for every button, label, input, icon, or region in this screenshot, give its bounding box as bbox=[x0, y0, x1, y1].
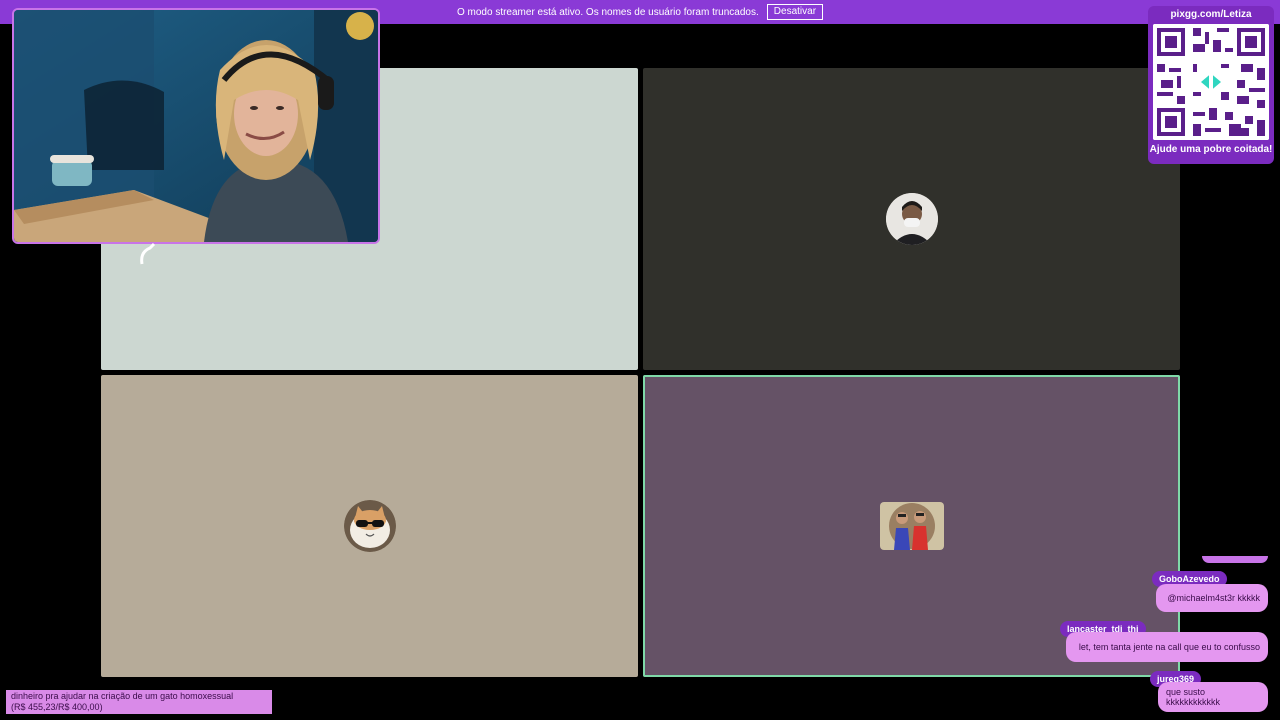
donation-goal-amount: (R$ 455,23/R$ 400,00) bbox=[11, 702, 103, 712]
two-people-avatar bbox=[879, 502, 944, 550]
donation-goal-bar: dinheiro pra ajudar na criação de um gat… bbox=[6, 690, 272, 714]
mouse-cursor-icon bbox=[140, 242, 156, 265]
webcam-feed-image bbox=[14, 10, 378, 242]
qr-code-icon bbox=[1153, 24, 1269, 140]
streamer-webcam bbox=[12, 8, 380, 244]
disable-streamer-mode-button[interactable]: Desativar bbox=[766, 4, 824, 20]
qr-donation-widget: pixgg.com/Letiza Ajude uma pobre coitada… bbox=[1148, 6, 1274, 164]
qr-caption-text: Ajude uma pobre coitada! bbox=[1149, 144, 1273, 155]
cat-sunglasses-avatar bbox=[343, 500, 396, 552]
participant-tile-2[interactable] bbox=[643, 68, 1180, 370]
streamer-mode-text: O modo streamer está ativo. Os nomes de … bbox=[456, 6, 759, 18]
participant-tile-3[interactable] bbox=[101, 375, 638, 677]
qr-url-text: pixgg.com/Letiza bbox=[1170, 9, 1252, 20]
chat-message: que susto kkkkkkkkkkkk bbox=[1158, 682, 1268, 712]
donation-goal-title: dinheiro pra ajudar na criação de um gat… bbox=[11, 691, 234, 701]
masked-person-avatar bbox=[885, 193, 938, 245]
chat-message-fragment bbox=[1202, 556, 1268, 563]
chat-message: let, tem tanta jente na call que eu to c… bbox=[1066, 632, 1268, 662]
chat-message: @michaelm4st3r kkkkk bbox=[1156, 584, 1268, 612]
